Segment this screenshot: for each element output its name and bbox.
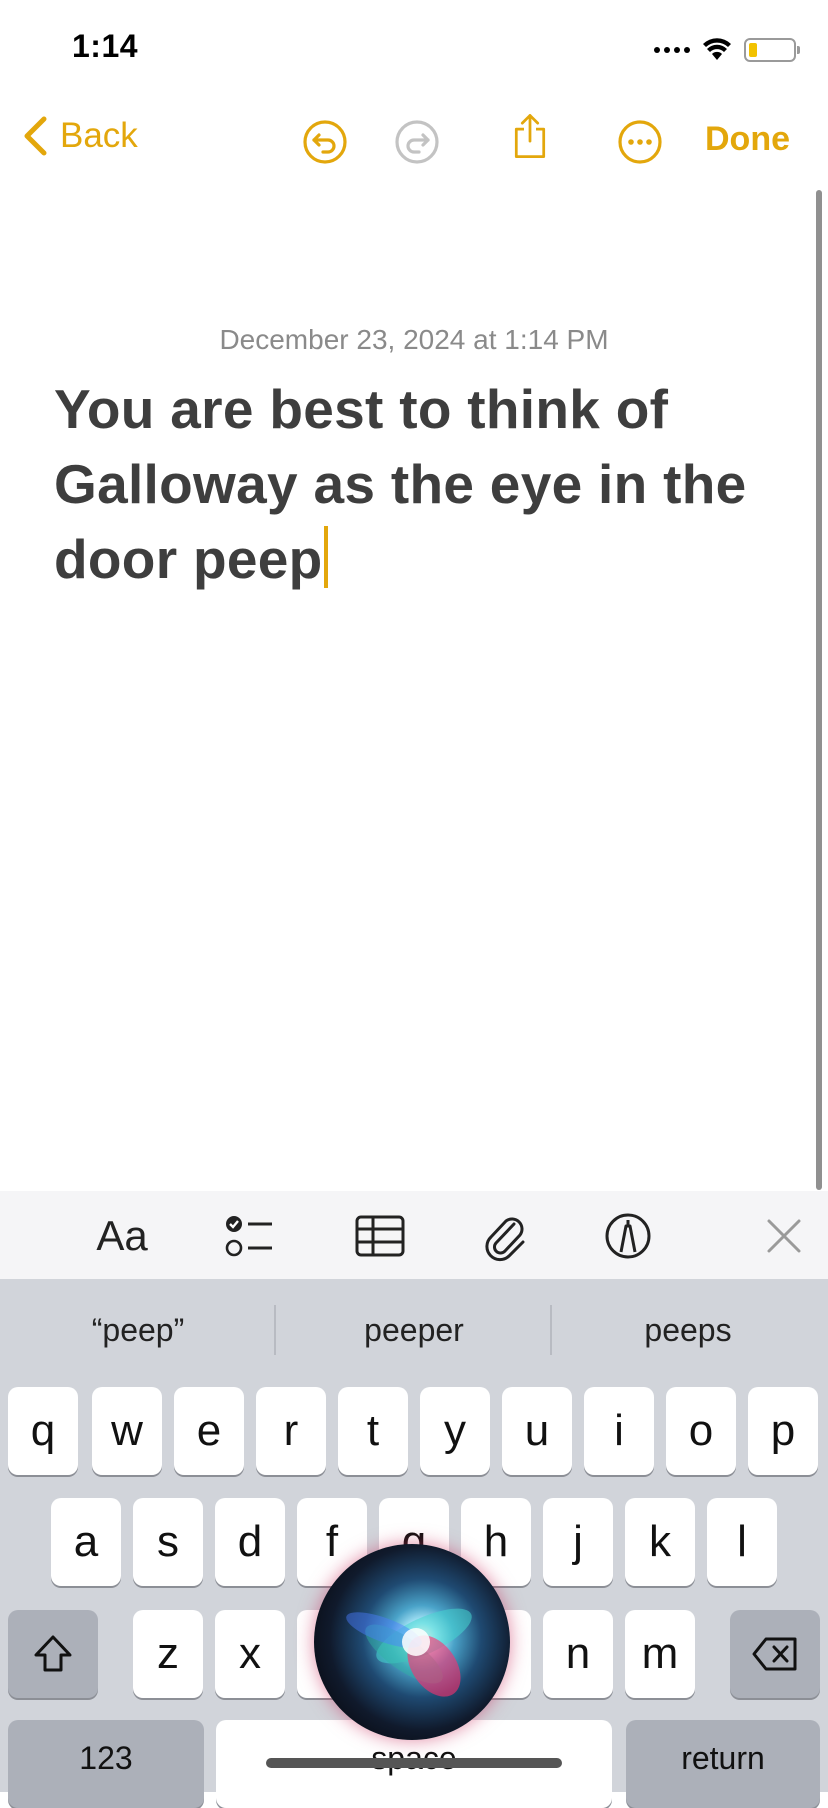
cellular-signal-icon [654, 47, 690, 53]
suggestion-divider [550, 1305, 552, 1355]
key-y[interactable]: y [420, 1387, 490, 1475]
share-icon[interactable] [506, 112, 554, 160]
key-m[interactable]: m [625, 1610, 695, 1698]
key-d[interactable]: d [215, 1498, 285, 1586]
home-indicator [266, 1758, 562, 1768]
key-r[interactable]: r [256, 1387, 326, 1475]
key-l[interactable]: l [707, 1498, 777, 1586]
done-button[interactable]: Done [705, 120, 790, 159]
chevron-left-icon [24, 116, 47, 156]
markup-icon[interactable] [604, 1210, 652, 1262]
suggestion-2[interactable]: peeper [312, 1312, 516, 1352]
return-key[interactable]: return [626, 1720, 820, 1808]
key-t[interactable]: t [338, 1387, 408, 1475]
key-j[interactable]: j [543, 1498, 613, 1586]
numbers-key[interactable]: 123 [8, 1720, 204, 1808]
close-icon[interactable] [764, 1210, 804, 1262]
checklist-icon[interactable] [224, 1210, 276, 1262]
key-i[interactable]: i [584, 1387, 654, 1475]
key-o[interactable]: o [666, 1387, 736, 1475]
text-cursor [323, 526, 328, 588]
back-label: Back [60, 116, 138, 155]
key-n[interactable]: n [543, 1610, 613, 1698]
back-button[interactable]: Back [22, 116, 138, 156]
undo-icon[interactable] [301, 118, 349, 166]
note-text-area[interactable]: You are best to think of Galloway as the… [54, 372, 774, 597]
key-e[interactable]: e [174, 1387, 244, 1475]
redo-icon[interactable] [393, 118, 441, 166]
wifi-icon [703, 38, 731, 60]
attachment-icon[interactable] [482, 1210, 528, 1262]
note-date: December 23, 2024 at 1:14 PM [219, 324, 609, 355]
key-z[interactable]: z [133, 1610, 203, 1698]
table-icon[interactable] [354, 1210, 406, 1262]
shift-key[interactable] [8, 1610, 98, 1698]
key-w[interactable]: w [92, 1387, 162, 1475]
text-style-button[interactable]: Aa [92, 1210, 152, 1262]
suggestion-1[interactable]: “peep” [38, 1312, 238, 1352]
suggestion-3[interactable]: peeps [588, 1312, 788, 1352]
key-a[interactable]: a [51, 1498, 121, 1586]
delete-key[interactable] [730, 1610, 820, 1698]
siri-icon[interactable] [314, 1544, 510, 1740]
key-p[interactable]: p [748, 1387, 818, 1475]
shift-icon [34, 1635, 72, 1672]
more-icon[interactable] [616, 118, 664, 166]
status-time: 1:14 [72, 28, 139, 64]
key-u[interactable]: u [502, 1387, 572, 1475]
siri-waves [346, 1608, 472, 1697]
key-k[interactable]: k [625, 1498, 695, 1586]
delete-icon [752, 1637, 797, 1671]
suggestion-divider [274, 1305, 276, 1355]
status-icons [654, 34, 800, 66]
key-q[interactable]: q [8, 1387, 78, 1475]
key-s[interactable]: s [133, 1498, 203, 1586]
key-x[interactable]: x [215, 1610, 285, 1698]
note-text: You are best to think of Galloway as the… [54, 378, 747, 590]
battery-icon [744, 38, 800, 62]
